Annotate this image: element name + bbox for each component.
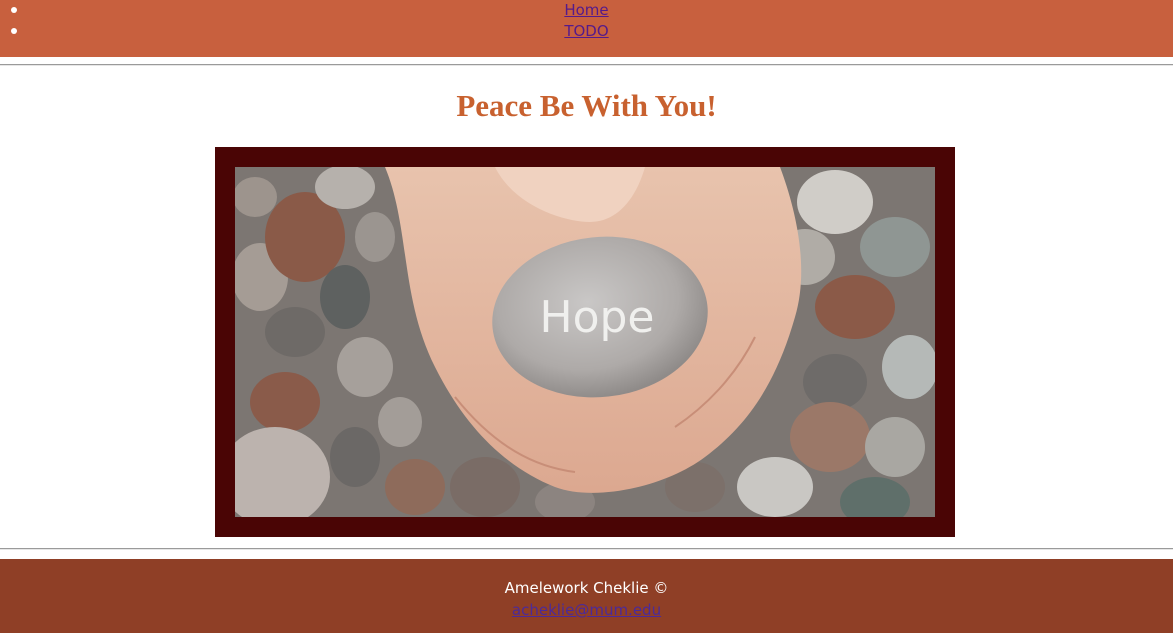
page-title: Peace Be With You! xyxy=(456,88,717,123)
footer-email-link[interactable]: acheklie@mum.edu xyxy=(512,601,661,619)
nav-item-todo: TODO xyxy=(0,21,1173,42)
nav-list: Home TODO xyxy=(0,0,1173,42)
image-frame: Hope xyxy=(215,147,955,537)
top-navigation: Home TODO xyxy=(0,0,1173,57)
hope-stone-image: Hope xyxy=(235,167,935,517)
bullet-icon xyxy=(11,28,17,34)
stone-engraving: Hope xyxy=(539,292,654,343)
footer-author: Amelework Cheklie © xyxy=(504,579,669,597)
footer: Amelework Cheklie © acheklie@mum.edu xyxy=(0,559,1173,633)
nav-link-home[interactable]: Home xyxy=(564,1,608,19)
nav-item-home: Home xyxy=(0,0,1173,21)
top-divider xyxy=(0,64,1173,66)
bullet-icon xyxy=(11,7,17,13)
nav-link-todo[interactable]: TODO xyxy=(564,22,608,40)
bottom-divider xyxy=(0,548,1173,550)
footer-email-wrapper: acheklie@mum.edu xyxy=(0,601,1173,619)
